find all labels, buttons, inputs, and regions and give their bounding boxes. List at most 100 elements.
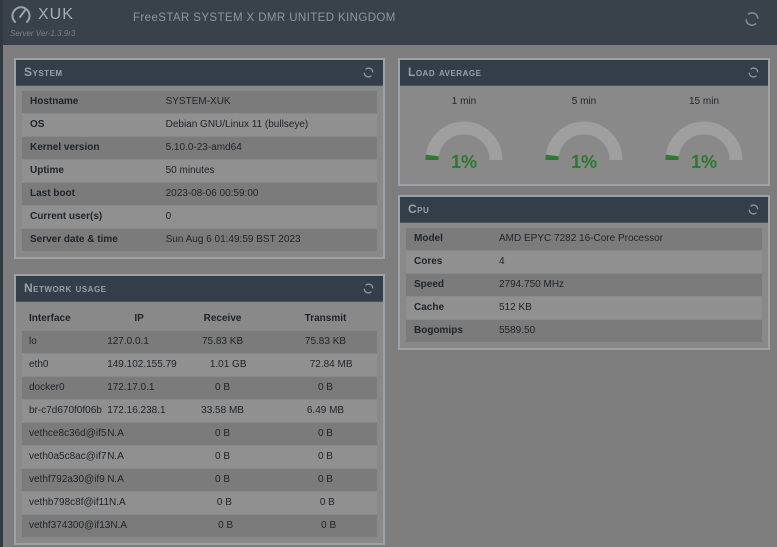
cell-interface: docker0 xyxy=(22,382,107,394)
kv-row: Hostname SYSTEM-XUK xyxy=(22,91,377,113)
network-usage-panel: Network usage InterfaceIPReceiveTransmit… xyxy=(14,274,385,545)
gauge-value: 1% xyxy=(542,153,626,171)
kv-row: OS Debian GNU/Linux 11 (bullseye) xyxy=(22,114,377,136)
kv-value: 0 xyxy=(166,211,369,223)
kv-row: Uptime 50 minutes xyxy=(22,160,377,182)
table-row: vethf374300@if13 N.A 0 B 0 B xyxy=(22,515,377,537)
cell-ip: N.A xyxy=(107,428,171,440)
cell-interface: vethf374300@if13 xyxy=(22,520,110,532)
cell-transmit: 0 B xyxy=(274,382,377,394)
cell-interface: veth0a5c8ac@if7 xyxy=(22,451,107,463)
right-column: Load average 1 min 1% 5 min xyxy=(398,58,770,350)
kv-row: Kernel version 5.10.0-23-amd64 xyxy=(22,137,377,159)
kv-label: Speed xyxy=(414,279,499,291)
cell-interface: lo xyxy=(22,336,107,348)
gauge-label: 15 min xyxy=(645,96,764,108)
cell-ip: N.A xyxy=(109,497,173,509)
cell-interface: vethf792a30@if9 xyxy=(22,474,107,486)
kv-label: Last boot xyxy=(30,188,166,200)
page-title: FreeSTAR SYSTEM X DMR UNITED KINGDOM xyxy=(133,12,396,24)
kv-value: 512 KB xyxy=(499,302,754,314)
cell-ip: N.A xyxy=(107,474,171,486)
kv-value: SYSTEM-XUK xyxy=(166,96,369,108)
network-panel-header: Network usage xyxy=(16,276,383,302)
left-column: System Hostname SYSTEM-XUK OS Debian GNU… xyxy=(14,58,385,545)
kv-label: Uptime xyxy=(30,165,166,177)
kv-row: Bogomips 5589.50 xyxy=(406,320,762,342)
cell-ip: 149.102.155.79 xyxy=(107,359,177,371)
cell-ip: 172.17.0.1 xyxy=(107,382,171,394)
kv-row: Server date & time Sun Aug 6 01:49:59 BS… xyxy=(22,229,377,251)
table-row: docker0 172.17.0.1 0 B 0 B xyxy=(22,377,377,399)
top-header: XUK Server Ver-1.3.9r3 FreeSTAR SYSTEM X… xyxy=(0,0,777,45)
cell-transmit: 72.84 MB xyxy=(280,359,383,371)
kv-row: Cores 4 xyxy=(406,251,762,273)
cell-receive: 0 B xyxy=(171,474,274,486)
cpu-panel: Cpu Model AMD EPYC 7282 16-Core Processo… xyxy=(398,195,770,350)
gauge-label: 5 min xyxy=(525,96,644,108)
logo-text: XUK xyxy=(38,6,74,24)
gauge-label: 1 min xyxy=(405,96,524,108)
table-row: lo 127.0.0.1 75.83 KB 75.83 KB xyxy=(22,331,377,353)
kv-label: Server date & time xyxy=(30,234,166,246)
kv-label: Model xyxy=(414,233,499,245)
system-panel: System Hostname SYSTEM-XUK OS Debian GNU… xyxy=(14,58,385,259)
kv-row: Model AMD EPYC 7282 16-Core Processor xyxy=(406,228,762,250)
gauge-logo-icon xyxy=(10,4,32,26)
kv-value: 2023-08-06 00:59:00 xyxy=(166,188,369,200)
server-version: Server Ver-1.3.9r3 xyxy=(10,29,75,38)
kv-label: Bogomips xyxy=(414,325,499,337)
cpu-rows: Model AMD EPYC 7282 16-Core Processor Co… xyxy=(400,223,768,348)
gauge-arc: 1% xyxy=(422,112,506,170)
load-average-panel: Load average 1 min 1% 5 min xyxy=(398,58,770,186)
gauge-value: 1% xyxy=(422,153,506,171)
kv-value: 5.10.0-23-amd64 xyxy=(166,142,369,154)
load-gauge-1-min: 1 min 1% xyxy=(405,96,524,170)
kv-row: Speed 2794.750 MHz xyxy=(406,274,762,296)
panel-title: System xyxy=(24,65,63,80)
kv-value: 2794.750 MHz xyxy=(499,279,754,291)
cell-ip: N.A xyxy=(110,520,174,532)
cell-transmit: 0 B xyxy=(277,520,380,532)
cell-interface: vethce8c36d@if5 xyxy=(22,428,107,440)
gauge-value: 1% xyxy=(662,153,746,171)
cell-ip: 127.0.0.1 xyxy=(107,336,171,348)
panel-refresh-icon[interactable] xyxy=(747,203,760,216)
cell-receive: 0 B xyxy=(173,497,276,509)
dashboard-screen: XUK Server Ver-1.3.9r3 FreeSTAR SYSTEM X… xyxy=(0,0,777,547)
kv-value: AMD EPYC 7282 16-Core Processor xyxy=(499,233,754,245)
cell-transmit: 75.83 KB xyxy=(274,336,377,348)
network-rows: lo 127.0.0.1 75.83 KB 75.83 KB eth0 149.… xyxy=(22,331,377,537)
column-header: Transmit xyxy=(274,313,377,325)
cell-receive: 1.01 GB xyxy=(177,359,280,371)
panel-refresh-icon[interactable] xyxy=(362,282,375,295)
cell-transmit: 0 B xyxy=(274,428,377,440)
kv-value: 4 xyxy=(499,256,754,268)
gauge-arc: 1% xyxy=(542,112,626,170)
kv-value: Sun Aug 6 01:49:59 BST 2023 xyxy=(166,234,369,246)
system-rows: Hostname SYSTEM-XUK OS Debian GNU/Linux … xyxy=(16,86,383,257)
panel-refresh-icon[interactable] xyxy=(747,66,760,79)
window-left-edge xyxy=(0,0,3,547)
refresh-icon[interactable] xyxy=(743,10,761,28)
kv-label: OS xyxy=(30,119,166,131)
kv-row: Current user(s) 0 xyxy=(22,206,377,228)
panel-title: Cpu xyxy=(408,202,429,217)
cell-interface: vethb798c8f@if11 xyxy=(22,497,109,509)
load-panel-header: Load average xyxy=(400,60,768,86)
table-row: vethf792a30@if9 N.A 0 B 0 B xyxy=(22,469,377,491)
cell-transmit: 0 B xyxy=(274,451,377,463)
cell-ip: N.A xyxy=(107,451,171,463)
table-row: vethce8c36d@if5 N.A 0 B 0 B xyxy=(22,423,377,445)
panel-refresh-icon[interactable] xyxy=(362,66,375,79)
load-gauge-15-min: 15 min 1% xyxy=(645,96,764,170)
kv-label: Kernel version xyxy=(30,142,166,154)
cell-transmit: 6.49 MB xyxy=(274,405,377,417)
cell-ip: 172.16.238.1 xyxy=(107,405,171,417)
kv-label: Cores xyxy=(414,256,499,268)
kv-value: 5589.50 xyxy=(499,325,754,337)
kv-label: Current user(s) xyxy=(30,211,166,223)
cell-receive: 0 B xyxy=(174,520,277,532)
cpu-panel-header: Cpu xyxy=(400,197,768,223)
cell-transmit: 0 B xyxy=(274,474,377,486)
